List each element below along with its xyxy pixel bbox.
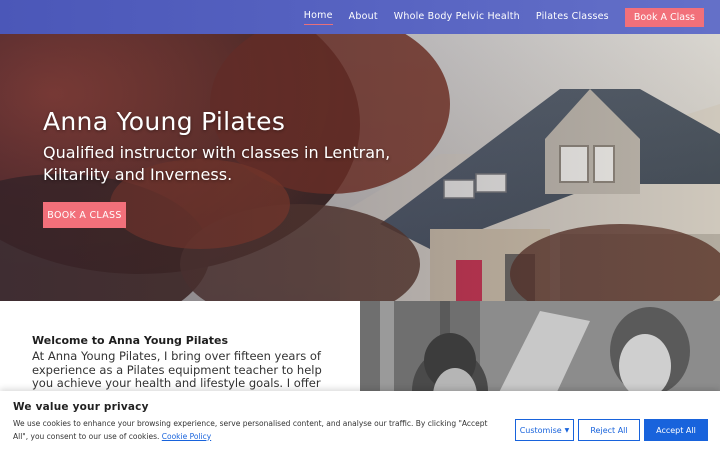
cookie-title: We value your privacy bbox=[13, 401, 149, 413]
cookie-policy-link[interactable]: Cookie Policy bbox=[162, 432, 211, 441]
customise-label: Customise bbox=[519, 425, 562, 435]
nav-whole-body-pelvic-health[interactable]: Whole Body Pelvic Health bbox=[394, 11, 520, 25]
hero-book-class-button[interactable]: BOOK A CLASS bbox=[43, 202, 126, 228]
accept-all-button[interactable]: Accept All bbox=[644, 419, 708, 441]
cookie-description-text: We use cookies to enhance your browsing … bbox=[13, 419, 488, 441]
reject-all-button[interactable]: Reject All bbox=[578, 419, 640, 441]
nav-home[interactable]: Home bbox=[303, 10, 333, 25]
welcome-title: Welcome to Anna Young Pilates bbox=[32, 334, 229, 347]
nav-pilates-classes[interactable]: Pilates Classes bbox=[536, 11, 609, 25]
caret-down-icon: ▼ bbox=[564, 426, 570, 434]
hero-subtitle: Qualified instructor with classes in Len… bbox=[43, 143, 391, 184]
hero-title: Anna Young Pilates bbox=[43, 107, 286, 136]
nav-book-class-button[interactable]: Book A Class bbox=[624, 8, 704, 27]
main-nav: Home About Whole Body Pelvic Health Pila… bbox=[288, 8, 704, 27]
nav-about[interactable]: About bbox=[349, 11, 378, 25]
customise-button[interactable]: Customise ▼ bbox=[515, 419, 574, 441]
hero-section: Anna Young Pilates Qualified instructor … bbox=[0, 34, 720, 301]
cookie-description: We use cookies to enhance your browsing … bbox=[13, 418, 503, 443]
site-header: Home About Whole Body Pelvic Health Pila… bbox=[0, 0, 720, 34]
cookie-consent-banner: We value your privacy We use cookies to … bbox=[0, 391, 720, 450]
